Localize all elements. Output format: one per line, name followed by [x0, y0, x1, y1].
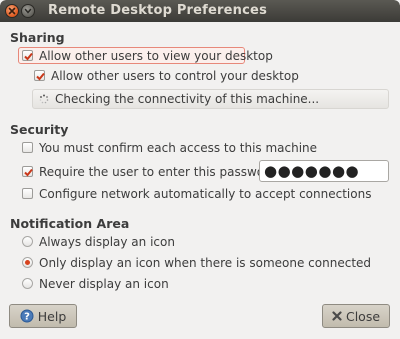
- never-display-label: Never display an icon: [39, 276, 169, 291]
- checkmark-icon: [24, 168, 33, 177]
- configure-network-label: Configure network automatically to accep…: [39, 186, 372, 201]
- require-password-checkbox[interactable]: [22, 166, 33, 177]
- close-button[interactable]: Close: [322, 304, 390, 328]
- never-display-radio-row[interactable]: Never display an icon: [22, 275, 169, 292]
- checkmark-icon: [24, 52, 33, 61]
- chevron-down-icon: [24, 8, 32, 14]
- security-heading: Security: [10, 122, 69, 137]
- window-title: Remote Desktop Preferences: [48, 3, 268, 18]
- confirm-access-checkbox[interactable]: [22, 142, 33, 153]
- help-icon: ?: [20, 309, 34, 323]
- allow-view-checkbox-row[interactable]: Allow other users to view your desktop: [22, 47, 273, 64]
- always-display-radio-row[interactable]: Always display an icon: [22, 233, 175, 250]
- spinner-icon: [39, 94, 49, 104]
- help-button[interactable]: ? Help: [9, 304, 77, 328]
- password-field[interactable]: ●●●●●●●: [259, 160, 389, 182]
- always-display-label: Always display an icon: [39, 234, 175, 249]
- never-display-radio[interactable]: [22, 278, 33, 289]
- always-display-radio[interactable]: [22, 236, 33, 247]
- allow-view-label: Allow other users to view your desktop: [39, 48, 273, 63]
- configure-network-checkbox-row[interactable]: Configure network automatically to accep…: [22, 185, 371, 202]
- notification-heading: Notification Area: [10, 216, 130, 231]
- checkmark-icon: [36, 72, 45, 81]
- confirm-access-label: You must confirm each access to this mac…: [39, 140, 318, 155]
- confirm-access-checkbox-row[interactable]: You must confirm each access to this mac…: [22, 139, 317, 156]
- allow-control-checkbox[interactable]: [34, 70, 45, 81]
- sharing-heading: Sharing: [10, 30, 65, 45]
- allow-control-label: Allow other users to control your deskto…: [51, 68, 299, 83]
- require-password-label: Require the user to enter this password:: [39, 164, 281, 179]
- allow-view-checkbox[interactable]: [22, 50, 33, 61]
- window-minimize-button[interactable]: [21, 4, 35, 18]
- only-connected-radio[interactable]: [22, 257, 33, 268]
- only-connected-label: Only display an icon when there is someo…: [39, 255, 372, 270]
- connectivity-status-text: Checking the connectivity of this machin…: [55, 92, 320, 106]
- connectivity-status-bar: Checking the connectivity of this machin…: [32, 89, 389, 109]
- window-close-button[interactable]: [5, 4, 19, 18]
- remote-desktop-preferences-window: Remote Desktop Preferences Sharing Allow…: [0, 0, 400, 339]
- title-bar: Remote Desktop Preferences: [0, 0, 400, 22]
- svg-text:?: ?: [24, 312, 30, 323]
- configure-network-checkbox[interactable]: [22, 188, 33, 199]
- require-password-checkbox-row[interactable]: Require the user to enter this password:: [22, 163, 281, 180]
- allow-control-checkbox-row[interactable]: Allow other users to control your deskto…: [34, 67, 299, 84]
- close-button-label: Close: [345, 308, 381, 324]
- close-icon: [8, 7, 16, 15]
- close-x-icon: [332, 311, 342, 321]
- only-connected-radio-row[interactable]: Only display an icon when there is someo…: [22, 254, 371, 271]
- help-button-label: Help: [37, 308, 67, 324]
